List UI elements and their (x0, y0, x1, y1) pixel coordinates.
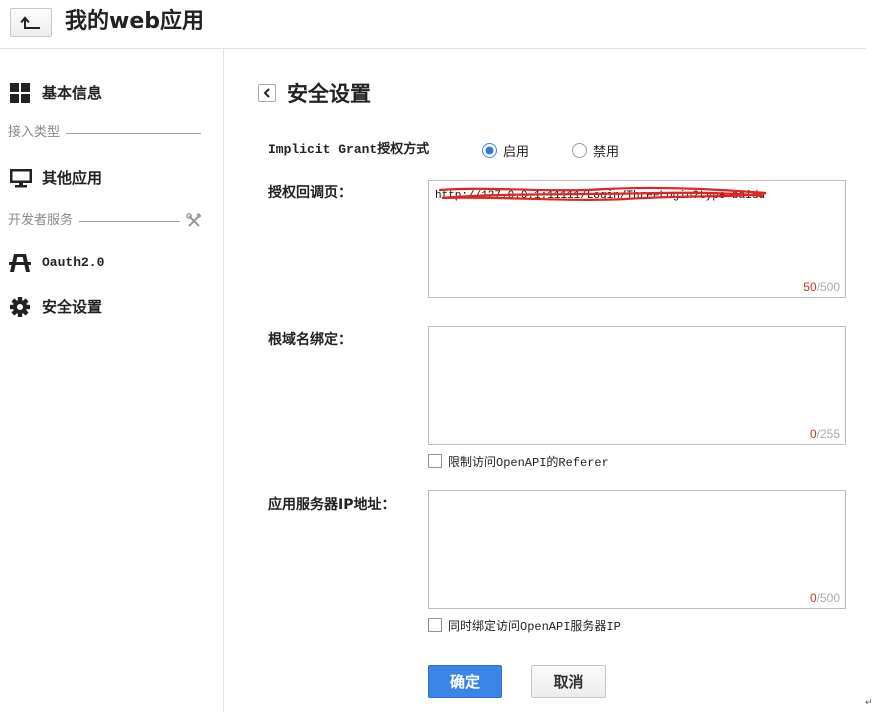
sidebar-item-label: 其他应用 (42, 169, 103, 187)
section-divider (66, 133, 201, 134)
callback-field: http://127.0.0.1:11111/Login/ThreeLogin?… (428, 180, 846, 298)
callback-textarea[interactable]: http://127.0.0.1:11111/Login/ThreeLogin?… (428, 180, 846, 298)
server-ip-field: 0/500 (428, 490, 846, 609)
paragraph-mark: ↵ (865, 698, 873, 708)
referer-limit-checkbox[interactable]: 限制访问OpenAPI的Referer (428, 453, 609, 470)
char-count: 0 (809, 427, 817, 441)
sidebar-divider (223, 48, 224, 712)
char-count: 50 (803, 280, 817, 294)
radio-disable-input[interactable] (572, 142, 587, 158)
root-domain-textarea[interactable] (428, 326, 846, 445)
sidebar-item-other-apps[interactable]: 其他应用 (0, 165, 222, 191)
page-title: 安全设置 (287, 82, 371, 106)
sidebar-section-label: 接入类型 (8, 125, 61, 140)
root-domain-label: 根域名绑定： (268, 332, 352, 348)
app-title: 我的web应用 (65, 9, 204, 34)
char-counter: 0/255 (810, 427, 840, 441)
char-max: /500 (816, 280, 840, 294)
root-domain-field: 0/255 (428, 326, 846, 445)
confirm-button[interactable]: 确定 (428, 665, 502, 698)
sidebar-item-security[interactable]: 安全设置 (0, 294, 222, 320)
radio-enable[interactable]: 启用 (482, 141, 530, 160)
page: 我的web应用 基本信息 接入类型 其他应用 开发者服务 Oauth2.0 安全… (0, 0, 895, 712)
sidebar-section-access-type: 接入类型 (0, 124, 222, 142)
tools-icon[interactable] (186, 213, 202, 229)
header-divider (0, 48, 866, 49)
char-max: /500 (816, 591, 840, 605)
radio-enable-input[interactable] (482, 142, 497, 158)
sidebar-item-oauth[interactable]: Oauth2.0 (0, 250, 222, 276)
char-count: 0 (809, 591, 817, 605)
sidebar-section-developer-services: 开发者服务 (0, 212, 222, 230)
char-max: /255 (816, 427, 840, 441)
gear-icon (10, 297, 30, 317)
pylon-icon (9, 254, 31, 272)
return-arrow-icon (20, 15, 40, 29)
radio-enable-label: 启用 (503, 144, 530, 160)
sidebar-item-basic-info[interactable]: 基本信息 (0, 80, 222, 106)
server-ip-textarea[interactable] (428, 490, 846, 609)
back-button[interactable] (10, 8, 52, 37)
referer-limit-label: 限制访问OpenAPI的Referer (448, 455, 609, 470)
grid-icon (10, 83, 30, 103)
chevron-left-icon (263, 88, 270, 98)
server-ip-label: 应用服务器IP地址： (268, 497, 396, 513)
radio-disable[interactable]: 禁用 (572, 141, 620, 160)
sidebar-item-label: Oauth2.0 (42, 255, 105, 270)
sidebar-item-label: 安全设置 (42, 298, 103, 316)
sidebar-item-label: 基本信息 (42, 84, 103, 102)
bind-server-ip-checkbox[interactable]: 同时绑定访问OpenAPI服务器IP (428, 617, 621, 634)
callback-label: 授权回调页： (268, 185, 352, 201)
monitor-icon (10, 169, 32, 188)
char-counter: 0/500 (810, 591, 840, 605)
bind-server-ip-input[interactable] (428, 618, 442, 632)
char-counter: 50/500 (803, 280, 840, 294)
radio-disable-label: 禁用 (593, 144, 620, 160)
implicit-grant-label: Implicit Grant授权方式 (268, 142, 430, 157)
cancel-button[interactable]: 取消 (531, 665, 606, 698)
bind-server-ip-label: 同时绑定访问OpenAPI服务器IP (448, 619, 621, 634)
sidebar-section-label: 开发者服务 (8, 213, 74, 228)
section-back-button[interactable] (258, 84, 276, 102)
referer-limit-input[interactable] (428, 454, 442, 468)
section-divider (79, 221, 180, 222)
